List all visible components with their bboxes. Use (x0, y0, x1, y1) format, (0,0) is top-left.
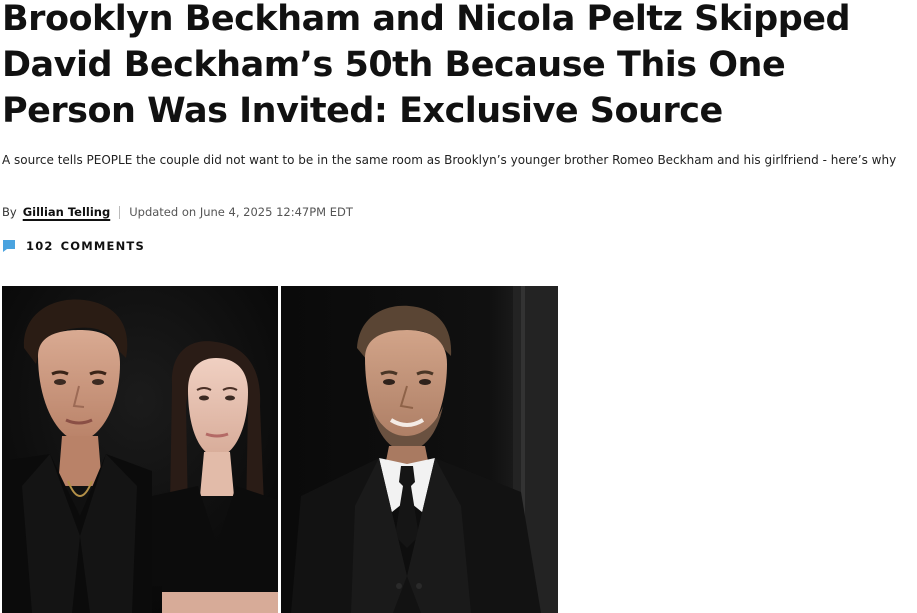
byline: By Gillian Telling Updated on June 4, 20… (2, 203, 353, 221)
byline-by-label: By (2, 205, 17, 219)
comments-count: 102 (26, 239, 54, 253)
couple-photo (2, 286, 278, 613)
byline-divider (119, 205, 121, 219)
article-headline: Brooklyn Beckham and Nicola Peltz Skippe… (2, 0, 851, 131)
article-dek: A source tells PEOPLE the couple did not… (2, 153, 897, 167)
comments-link[interactable]: 102 COMMENTS (2, 237, 145, 255)
portrait-photo (281, 286, 558, 613)
updated-timestamp: Updated on June 4, 2025 12:47PM EDT (129, 205, 353, 219)
comments-label: COMMENTS (60, 239, 145, 253)
hero-image (2, 286, 558, 613)
comment-bubble-icon (2, 239, 16, 253)
author-link[interactable]: Gillian Telling (23, 205, 111, 219)
